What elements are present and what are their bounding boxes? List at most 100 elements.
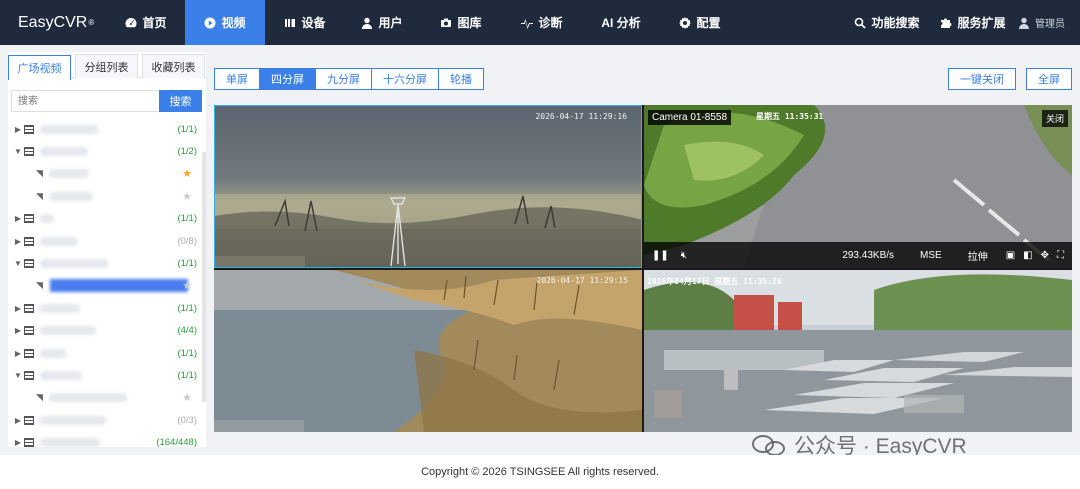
gallery-icon: [440, 17, 452, 29]
nav-video[interactable]: 视频: [185, 0, 265, 45]
nav-feature-search[interactable]: 功能搜索: [846, 0, 928, 45]
nav-service-extend[interactable]: 服务扩展: [928, 0, 1018, 45]
close-video-button[interactable]: 关闭: [1041, 110, 1068, 127]
tree-node[interactable]: ▶ (0/8): [8, 230, 206, 252]
tree-node[interactable]: ▶ (164/448): [8, 431, 206, 453]
tree-channel[interactable]: ◥ ★: [8, 163, 206, 185]
layout-nine-button[interactable]: 九分屏: [315, 68, 372, 90]
tree-channel[interactable]: ◥ ★: [8, 387, 206, 409]
nav-config[interactable]: 配置: [661, 0, 739, 45]
tree-node[interactable]: ▶ (1/1): [8, 342, 206, 364]
wechat-icon: [752, 433, 788, 457]
stretch-toggle[interactable]: 拉伸: [968, 248, 988, 263]
bitrate-readout: 293.43KB/s: [842, 249, 895, 261]
video-cell-4[interactable]: 2026年04月17日 星期五 11:35:26: [644, 270, 1072, 432]
mute-icon[interactable]: 🔇︎: [681, 250, 687, 261]
device-icon: [24, 348, 34, 358]
tree-node[interactable]: ▼ (1/1): [8, 252, 206, 274]
camera-name-label: Camera 01-8558: [648, 110, 732, 125]
video-cell-2[interactable]: Camera 01-8558 星期五 11:35:31 关闭 ❚❚ 🔇︎ 293…: [644, 105, 1072, 268]
tree-node[interactable]: ▼ (1/1): [8, 364, 206, 386]
layout-sixteen-button[interactable]: 十六分屏: [371, 68, 439, 90]
device-tree: ▶ (1/1) ▼ (1/2) ◥ ★ ◥ ★ ▶ (1/1) ▶ (0/8): [8, 112, 206, 454]
node-count: (164/448): [156, 437, 197, 449]
node-count: (1/1): [177, 347, 197, 359]
node-label-redacted: [40, 124, 98, 134]
video-frame-riverbank: [214, 270, 642, 432]
sidebar-scrollbar[interactable]: [202, 152, 206, 402]
video-timestamp: 星期五 11:35:31: [756, 112, 824, 121]
video-cell-3[interactable]: 2026-04-17 11:29:15: [214, 270, 642, 432]
nav-user[interactable]: 用户: [345, 0, 419, 45]
star-icon[interactable]: ★: [182, 279, 192, 292]
nav-ai-analysis[interactable]: AI 分析: [581, 0, 661, 45]
snapshot-icon[interactable]: ▣: [1006, 250, 1015, 261]
device-icon: [24, 303, 34, 313]
toolbar-actions: 一键关闭 全屏: [948, 68, 1072, 90]
user-icon: [361, 17, 373, 29]
camera-icon: ◥: [36, 392, 43, 403]
fullscreen-button[interactable]: 全屏: [1026, 68, 1072, 90]
node-count: (1/1): [177, 369, 197, 381]
tab-favorite-list[interactable]: 收藏列表: [142, 54, 205, 78]
top-navbar: EasyCVR ® 首页 视频 设备 用户 图库 诊断 AI 分析 配置 功能搜索: [0, 0, 1080, 45]
channel-label-redacted: [48, 191, 93, 201]
tree-node[interactable]: ▶ (1/1): [8, 297, 206, 319]
search-button[interactable]: 搜索: [159, 90, 202, 112]
fullscreen-icon[interactable]: ⛶: [1057, 250, 1064, 261]
star-icon[interactable]: ★: [182, 190, 192, 203]
nav-home[interactable]: 首页: [107, 0, 185, 45]
tree-channel[interactable]: ◥ ★: [8, 185, 206, 207]
channel-label-redacted: [48, 169, 89, 179]
node-label-redacted: [40, 415, 106, 425]
video-timestamp: 2026-04-17 11:29:15: [536, 276, 628, 285]
search-input[interactable]: [11, 90, 159, 112]
caret-down-icon[interactable]: ▼: [12, 147, 24, 156]
pause-icon[interactable]: ❚❚: [652, 250, 669, 261]
tree-node[interactable]: ▶ (1/1): [8, 118, 206, 140]
layout-single-button[interactable]: 单屏: [214, 68, 260, 90]
nav-gallery[interactable]: 图库: [419, 0, 503, 45]
gear-icon: [679, 16, 692, 29]
node-label-redacted: [40, 147, 88, 157]
node-count: (1/1): [177, 213, 197, 225]
caret-right-icon[interactable]: ▶: [12, 125, 24, 134]
caret-down-icon[interactable]: ▼: [12, 259, 24, 268]
caret-right-icon[interactable]: ▶: [12, 214, 24, 223]
nav-diagnose[interactable]: 诊断: [503, 0, 581, 45]
tree-node[interactable]: ▶ (0/3): [8, 409, 206, 431]
tab-square-video[interactable]: 广场视频: [8, 55, 71, 80]
caret-right-icon[interactable]: ▶: [12, 304, 24, 313]
star-icon[interactable]: ★: [182, 391, 192, 404]
camera-icon: ◥: [36, 168, 43, 179]
tab-group-list[interactable]: 分组列表: [75, 54, 138, 78]
tree-node[interactable]: ▶ (1/1): [8, 208, 206, 230]
star-filled-icon[interactable]: ★: [182, 167, 192, 180]
caret-right-icon[interactable]: ▶: [12, 326, 24, 335]
pulse-icon: [521, 17, 534, 29]
caret-down-icon[interactable]: ▼: [12, 371, 24, 380]
search-row: 搜索: [8, 78, 206, 112]
close-all-button[interactable]: 一键关闭: [948, 68, 1016, 90]
caret-right-icon[interactable]: ▶: [12, 416, 24, 425]
node-count: (1/1): [177, 123, 197, 135]
node-label-redacted: [40, 348, 66, 358]
video-timestamp: 2026年04月17日 星期五 11:35:26: [647, 277, 782, 286]
caret-right-icon[interactable]: ▶: [12, 438, 24, 447]
stream-mode: MSE: [920, 249, 942, 261]
caret-right-icon[interactable]: ▶: [12, 237, 24, 246]
layout-carousel-button[interactable]: 轮播: [438, 68, 484, 90]
caret-right-icon[interactable]: ▶: [12, 349, 24, 358]
nav-device[interactable]: 设备: [265, 0, 345, 45]
ptz-icon[interactable]: ✥: [1041, 250, 1049, 261]
record-icon[interactable]: ◧: [1023, 250, 1032, 261]
nav-user-menu[interactable]: 管理员: [1018, 0, 1080, 45]
layout-quad-button[interactable]: 四分屏: [259, 68, 316, 90]
device-icon: [284, 17, 296, 29]
tree-channel-selected[interactable]: ◥ ★: [8, 275, 206, 297]
tree-node[interactable]: ▶ (4/4): [8, 320, 206, 342]
video-cell-1[interactable]: 2026-04-17 11:29:16: [214, 105, 642, 268]
node-count: (0/8): [177, 235, 197, 247]
brand-logo[interactable]: EasyCVR ®: [0, 0, 107, 45]
tree-node[interactable]: ▼ (1/2): [8, 140, 206, 162]
